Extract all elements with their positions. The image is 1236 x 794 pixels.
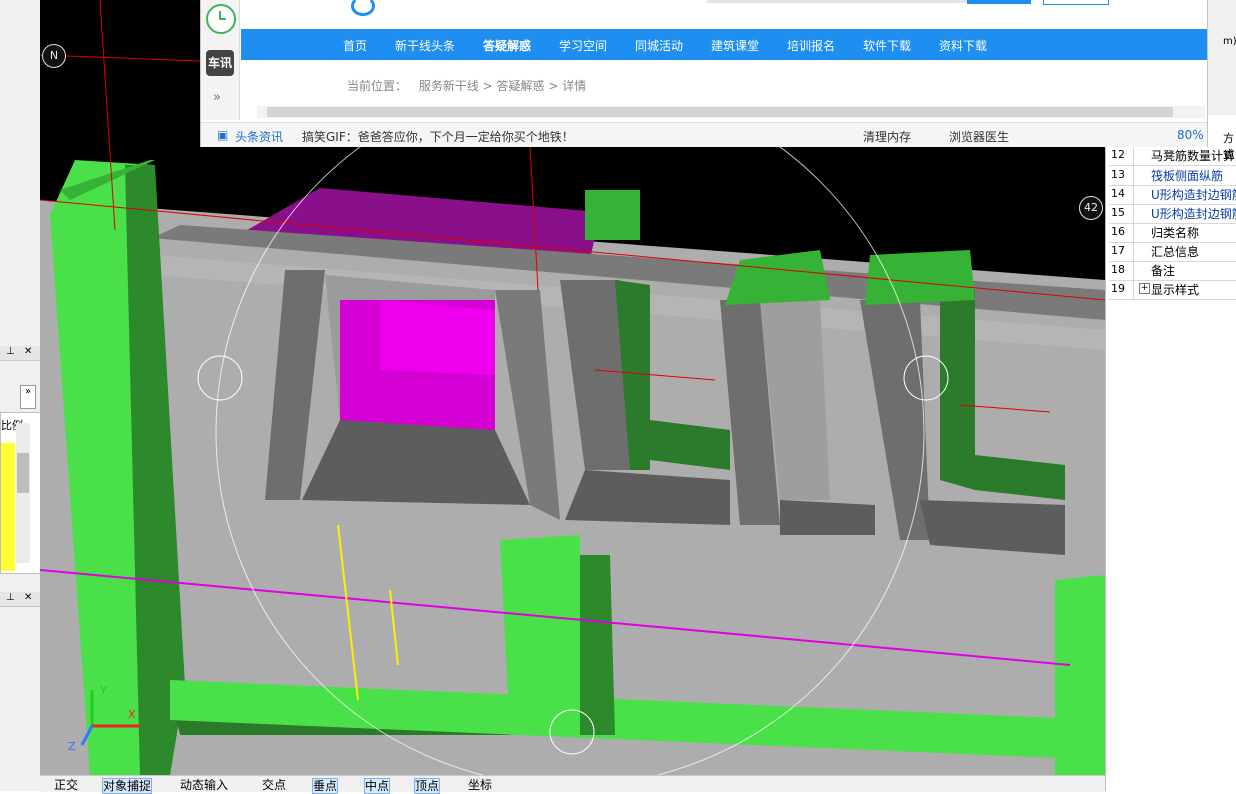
horizontal-scrollbar[interactable]: [257, 106, 1205, 118]
axis-x-label: X: [128, 708, 136, 721]
nav-study[interactable]: 学习空间: [559, 37, 607, 54]
property-row[interactable]: 17 汇总信息: [1109, 242, 1236, 262]
nav-qa[interactable]: 答疑解惑: [483, 37, 531, 54]
login-button[interactable]: [1043, 0, 1109, 5]
property-row[interactable]: 13 筏板侧面纵筋: [1109, 166, 1236, 186]
snap-intersection[interactable]: 交点: [262, 778, 286, 792]
browser-status-bar: ▣ 头条资讯 搞笑GIF：爸爸答应你，下个月一定给你买个地铁！ 清理内存 浏览器…: [201, 122, 1207, 147]
breadcrumb-label: 当前位置：: [347, 79, 408, 93]
more-icon[interactable]: »: [213, 90, 221, 105]
browser-sidebar: 车讯 »: [201, 0, 240, 120]
close-icon[interactable]: ✕: [24, 346, 32, 357]
clean-memory-button[interactable]: 清理内存: [863, 128, 911, 145]
property-row[interactable]: 15 U形构造封边钢筋: [1109, 204, 1236, 224]
close-icon[interactable]: ✕: [24, 592, 32, 603]
partial-header: m): [1223, 36, 1236, 47]
snap-coordinate[interactable]: 坐标: [468, 778, 492, 792]
clock-icon[interactable]: [206, 4, 236, 34]
axis-y-label: Y: [100, 684, 107, 697]
browser-doctor-button[interactable]: 浏览器医生: [949, 128, 1009, 145]
nav-classroom[interactable]: 建筑课堂: [711, 37, 759, 54]
search-button[interactable]: [967, 0, 1031, 4]
news-icon[interactable]: ▣: [217, 128, 228, 142]
left-dock-panel: ⊥ ✕ » 比例 ⊥ ✕: [0, 0, 42, 791]
vertical-scrollbar[interactable]: [16, 423, 30, 563]
dynamic-input-toggle[interactable]: 动态输入: [180, 778, 228, 792]
news-badge-icon[interactable]: 车讯: [206, 50, 234, 76]
ortho-toggle[interactable]: 正交: [54, 778, 78, 792]
breadcrumb: 当前位置： 服务新干线 > 答疑解惑 > 详情: [347, 77, 586, 94]
nav-downloads[interactable]: 资料下载: [939, 37, 987, 54]
pin-icon[interactable]: ⊥: [6, 346, 15, 357]
nav-events[interactable]: 同城活动: [635, 37, 683, 54]
property-mini-table: 比例: [0, 412, 42, 574]
nav-home[interactable]: 首页: [343, 37, 367, 54]
expand-plus-icon[interactable]: +: [1139, 283, 1150, 294]
dock-header-1: ⊥ ✕: [0, 346, 40, 361]
pin-icon[interactable]: ⊥: [6, 592, 15, 603]
expand-icon[interactable]: »: [20, 385, 36, 409]
snap-toolbar: 正交 对象捕捉 动态输入 交点 垂点 中点 顶点 坐标: [40, 775, 1105, 794]
object-snap-toggle[interactable]: 对象捕捉: [102, 778, 153, 794]
snap-vertex[interactable]: 顶点: [414, 778, 441, 794]
snap-perpendicular[interactable]: 垂点: [312, 778, 339, 794]
nav-software[interactable]: 软件下载: [863, 37, 911, 54]
property-row[interactable]: 19 + 显示样式: [1109, 280, 1236, 300]
browser-popup: 车讯 » 首页 新干线头条 答疑解惑 学习空间 同城活动 建筑课堂 培训报名 软…: [200, 0, 1208, 147]
axis-number-badge: 42: [1079, 196, 1103, 220]
property-row[interactable]: 18 备注: [1109, 261, 1236, 281]
north-compass-icon[interactable]: N: [42, 44, 66, 68]
axis-z-label: Z: [68, 740, 76, 753]
dock-header-2: ⊥ ✕: [0, 592, 40, 607]
site-logo-icon: [351, 0, 375, 16]
snap-midpoint[interactable]: 中点: [364, 778, 391, 794]
site-nav-bar: 首页 新干线头条 答疑解惑 学习空间 同城活动 建筑课堂 培训报名 软件下载 资…: [241, 29, 1207, 60]
nav-training[interactable]: 培训报名: [787, 37, 835, 54]
property-row[interactable]: 14 U形构造封边钢筋: [1109, 185, 1236, 205]
highlight-cells: [1, 443, 15, 571]
news-link[interactable]: 头条资讯: [235, 128, 283, 145]
nav-headlines[interactable]: 新干线头条: [395, 37, 455, 54]
property-row[interactable]: 12马凳筋数量计算方: [1109, 146, 1236, 166]
zoom-level[interactable]: 80%: [1177, 128, 1204, 142]
scroll-thumb[interactable]: [267, 107, 1173, 117]
breadcrumb-path[interactable]: 服务新干线 > 答疑解惑 > 详情: [419, 79, 586, 93]
news-headline[interactable]: 搞笑GIF：爸爸答应你，下个月一定给你买个地铁！: [302, 128, 574, 145]
property-row[interactable]: 16 归类名称: [1109, 223, 1236, 243]
